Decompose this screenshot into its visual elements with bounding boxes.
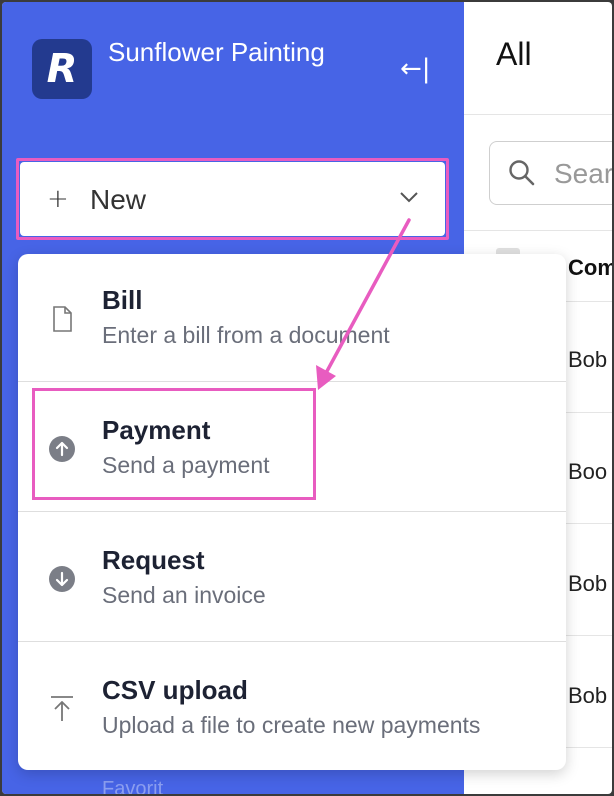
- menu-item-subtitle: Send an invoice: [102, 582, 266, 608]
- menu-item-csv-upload[interactable]: CSV upload Upload a file to create new p…: [18, 644, 566, 770]
- divider: [18, 511, 566, 512]
- arrow-down-circle-icon: [49, 566, 75, 592]
- menu-item-subtitle: Upload a file to create new payments: [102, 712, 481, 738]
- table-row-company[interactable]: Bob: [568, 571, 607, 597]
- search-icon: [509, 160, 535, 186]
- sidebar-item-favorites[interactable]: Favorit: [102, 778, 163, 794]
- menu-item-subtitle: Enter a bill from a document: [102, 322, 390, 348]
- logo-letter: R: [46, 46, 78, 92]
- table-row-company[interactable]: Bob: [568, 347, 607, 373]
- company-logo[interactable]: R: [32, 39, 92, 99]
- search-input[interactable]: Search: [489, 141, 612, 205]
- menu-item-title: Bill: [102, 285, 143, 315]
- collapse-sidebar-icon[interactable]: ←|: [400, 54, 431, 84]
- upload-icon: [51, 696, 73, 721]
- new-menu-dropdown: Bill Enter a bill from a document Paymen…: [18, 254, 566, 770]
- menu-item-request[interactable]: Request Send an invoice: [18, 514, 566, 643]
- company-name: Sunflower Painting: [108, 37, 325, 67]
- menu-item-title: CSV upload: [102, 675, 248, 705]
- payment-highlight: [32, 388, 316, 500]
- search-placeholder: Search: [554, 158, 612, 189]
- page-title: All: [496, 36, 532, 72]
- table-row-company[interactable]: Boo: [568, 459, 607, 485]
- document-icon: [53, 306, 72, 332]
- menu-item-title: Request: [102, 545, 205, 575]
- app-window: All Search Company Bob Boo Bob Bob R Sun…: [2, 2, 612, 794]
- column-header-company[interactable]: Company: [568, 255, 612, 281]
- new-button-highlight: [16, 158, 449, 240]
- divider: [464, 114, 612, 115]
- table-row-company[interactable]: Bob: [568, 683, 607, 709]
- menu-item-bill[interactable]: Bill Enter a bill from a document: [18, 254, 566, 383]
- divider: [464, 230, 612, 231]
- divider: [18, 641, 566, 642]
- divider: [18, 381, 566, 382]
